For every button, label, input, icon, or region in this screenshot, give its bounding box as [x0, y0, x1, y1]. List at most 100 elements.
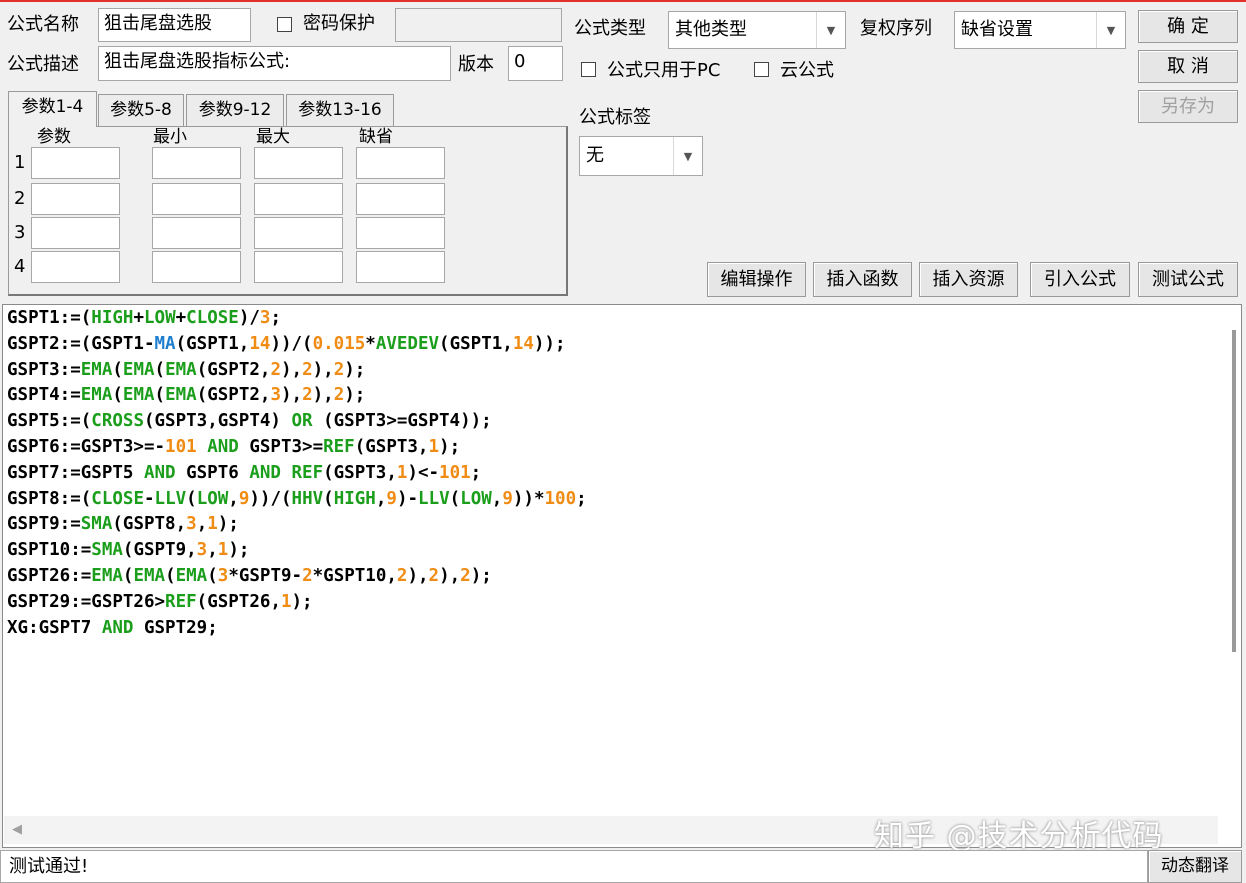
code-text: ),: [281, 385, 303, 406]
chevron-down-icon[interactable]: ▼: [1096, 12, 1125, 48]
param-1-min-input[interactable]: [152, 147, 241, 179]
scroll-left-arrow-icon[interactable]: ◀: [12, 822, 22, 837]
code-function: AND: [249, 462, 281, 483]
code-number: 1: [428, 436, 440, 457]
param-row-number: 1: [14, 152, 26, 173]
code-text: GSPT6:=GSPT3>=-: [7, 436, 166, 457]
chevron-down-icon[interactable]: ▼: [816, 12, 845, 48]
code-text: (GSPT2,: [196, 385, 271, 406]
param-3-default-input[interactable]: [356, 217, 445, 249]
param-row-number: 4: [14, 256, 26, 277]
param-2-default-input[interactable]: [356, 183, 445, 215]
version-input[interactable]: 0: [508, 46, 563, 81]
code-text: +: [175, 308, 187, 328]
code-number: 3: [217, 565, 229, 586]
param-header-name: 参数: [37, 127, 71, 147]
pc-only-checkbox[interactable]: [581, 62, 596, 77]
code-function: EMA: [175, 565, 208, 586]
param-2-min-input[interactable]: [152, 183, 241, 215]
code-function: EMA: [122, 359, 155, 380]
code-number: 2: [302, 359, 313, 380]
code-number: 3: [270, 385, 281, 406]
code-text: (GSPT3,: [354, 436, 429, 457]
param-2-max-input[interactable]: [254, 183, 343, 215]
code-text: );: [217, 514, 239, 535]
code-text: (GSPT3>=GSPT4));: [312, 411, 492, 432]
param-2-name-input[interactable]: [31, 183, 120, 215]
test-formula-button[interactable]: 测试公式: [1138, 262, 1238, 297]
cancel-button[interactable]: 取 消: [1138, 50, 1238, 83]
code-function: EMA: [80, 385, 113, 406]
code-text: (: [165, 565, 176, 586]
code-line: GSPT5:=(CROSS(GSPT3,GSPT4) OR (GSPT3>=GS…: [7, 409, 587, 435]
code-function: AND: [207, 436, 239, 457]
import-formula-button[interactable]: 引入公式: [1030, 262, 1130, 297]
tab-params-5-8[interactable]: 参数5-8: [98, 94, 184, 126]
code-number: 1: [207, 514, 218, 535]
rights-sequence-select[interactable]: 缺省设置 ▼: [954, 11, 1126, 49]
code-line: GSPT7:=GSPT5 AND GSPT6 AND REF(GSPT3,1)<…: [7, 461, 587, 487]
param-4-min-input[interactable]: [152, 251, 241, 283]
code-text: GSPT3:=: [7, 359, 81, 380]
param-4-name-input[interactable]: [31, 251, 120, 283]
insert-resource-button[interactable]: 插入资源: [919, 262, 1018, 297]
param-3-name-input[interactable]: [31, 217, 120, 249]
code-text: ,: [375, 488, 387, 509]
edit-operations-button[interactable]: 编辑操作: [707, 262, 806, 297]
param-1-max-input[interactable]: [254, 147, 343, 179]
param-3-max-input[interactable]: [254, 217, 343, 249]
chevron-down-icon[interactable]: ▼: [673, 137, 702, 175]
code-text: ;: [470, 462, 482, 483]
code-number: 1: [217, 540, 229, 561]
formula-tag-select[interactable]: 无 ▼: [579, 136, 703, 176]
param-3-min-input[interactable]: [152, 217, 241, 249]
code-text: *GSPT10,: [312, 565, 397, 586]
code-text: GSPT1:=(: [7, 308, 92, 328]
code-function: SMA: [91, 540, 123, 561]
insert-function-button[interactable]: 插入函数: [813, 262, 912, 297]
code-line: GSPT2:=(GSPT1-MA(GSPT1,14))/(0.015*AVEDE…: [7, 332, 587, 358]
code-text: );: [470, 565, 492, 586]
version-label: 版本: [458, 54, 494, 75]
code-text: (GSPT1,: [175, 333, 250, 354]
formula-desc-input[interactable]: 狙击尾盘选股指标公式:: [98, 46, 451, 81]
save-as-button[interactable]: 另存为: [1138, 90, 1238, 123]
password-input[interactable]: [395, 8, 562, 42]
cloud-formula-label: 云公式: [780, 60, 834, 81]
password-protect-checkbox[interactable]: [277, 17, 292, 32]
code-text: GSPT2:=(GSPT1-: [7, 333, 155, 354]
tab-params-9-12[interactable]: 参数9-12: [186, 94, 284, 126]
code-text: GSPT3>=: [238, 436, 324, 457]
code-text: );: [344, 385, 366, 406]
code-number: 2: [428, 565, 440, 586]
code-text: GSPT4:=: [7, 385, 81, 406]
param-4-default-input[interactable]: [356, 251, 445, 283]
param-1-default-input[interactable]: [356, 147, 445, 179]
ok-button[interactable]: 确 定: [1138, 10, 1238, 43]
tab-params-1-4[interactable]: 参数1-4: [8, 91, 97, 127]
code-number: 14: [249, 333, 271, 354]
tab-params-13-16[interactable]: 参数13-16: [286, 94, 394, 126]
code-text: -: [143, 488, 155, 509]
code-number: 3: [186, 514, 197, 535]
code-function: LOW: [196, 488, 229, 509]
code-text: GSPT26:=: [7, 565, 92, 586]
vertical-scrollbar-thumb[interactable]: [1232, 330, 1236, 652]
cloud-formula-checkbox[interactable]: [754, 62, 769, 77]
formula-type-select[interactable]: 其他类型 ▼: [668, 11, 846, 49]
code-text: ),: [439, 565, 461, 586]
code-text: (GSPT8,: [112, 514, 187, 535]
password-protect-label: 密码保护: [303, 13, 375, 34]
code-text: ));: [533, 333, 566, 354]
code-function: OR: [291, 411, 313, 432]
code-number: 0.015: [312, 333, 366, 354]
param-4-max-input[interactable]: [254, 251, 343, 283]
formula-name-input[interactable]: 狙击尾盘选股: [98, 8, 251, 42]
code-text: ))/(: [270, 333, 313, 354]
dynamic-translate-button[interactable]: 动态翻译: [1148, 850, 1242, 883]
code-text: );: [228, 540, 250, 561]
code-number: 1: [396, 462, 408, 483]
formula-code-editor[interactable]: GSPT1:=(HIGH+LOW+CLOSE)/3; GSPT2:=(GSPT1-…: [2, 304, 1242, 848]
param-1-name-input[interactable]: [31, 147, 120, 179]
